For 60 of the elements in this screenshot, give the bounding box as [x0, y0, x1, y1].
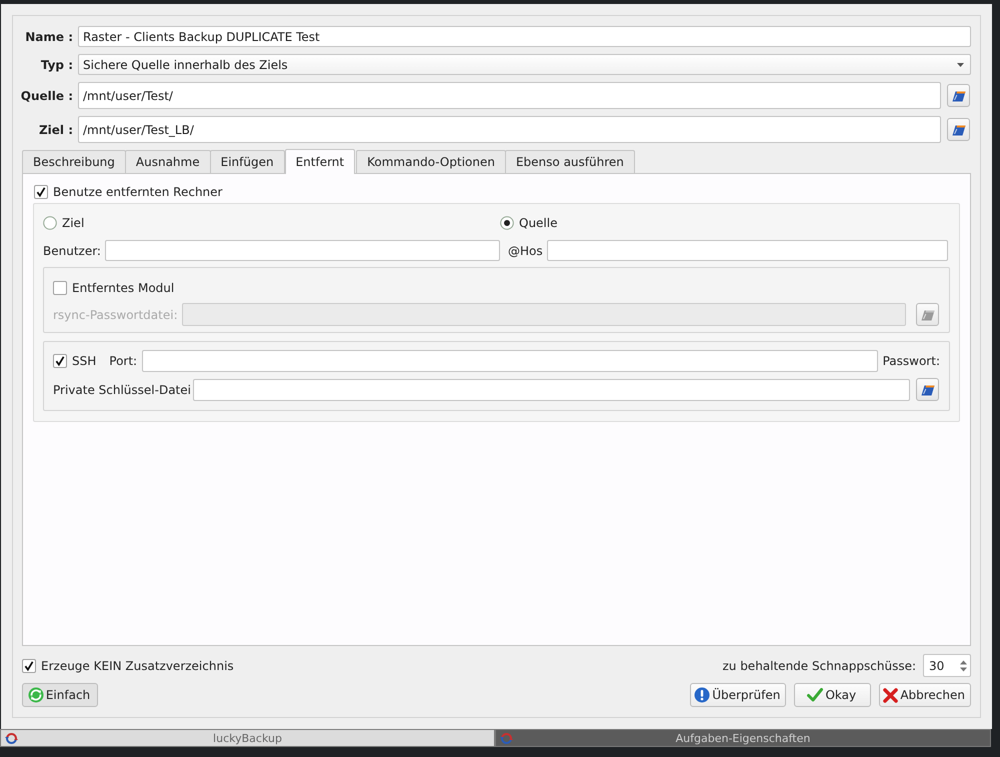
tab[interactable]: Entfernt: [284, 149, 356, 174]
radio-label: Ziel: [62, 216, 84, 230]
checkbox-label: Erzeuge KEIN Zusatzverzeichnis: [41, 658, 234, 672]
radio-label: Quelle: [519, 216, 558, 230]
checkbox-label: Benutze entfernten Rechner: [53, 185, 222, 199]
dialog-button[interactable]: Okay: [794, 683, 872, 707]
radio-button[interactable]: [43, 216, 57, 230]
field-label: Private Schlüssel-Datei: [53, 382, 191, 396]
tab[interactable]: Beschreibung: [22, 150, 126, 173]
key-file-field[interactable]: [192, 378, 910, 400]
browse-button[interactable]: [947, 118, 970, 141]
field-label: Benutzer:: [43, 244, 101, 258]
folder-icon: [952, 89, 966, 102]
caret-icon: [957, 62, 964, 66]
dialog-button[interactable]: Überprüfen: [690, 683, 786, 707]
host-field[interactable]: [546, 240, 948, 261]
field-label: Passwort:: [882, 354, 940, 368]
tab[interactable]: Ebenso ausführen: [504, 150, 635, 173]
dialog-button[interactable]: Abbrechen: [879, 683, 971, 707]
field-label: Typ :: [40, 58, 73, 72]
taskbar-item[interactable]: luckyBackup: [0, 729, 495, 747]
port-field[interactable]: [142, 350, 878, 372]
dropdown[interactable]: Sichere Quelle innerhalb des Ziels: [78, 54, 971, 75]
tab[interactable]: Einfügen: [210, 150, 285, 173]
tab[interactable]: Ausnahme: [124, 150, 211, 173]
tab[interactable]: Kommando-Optionen: [356, 150, 506, 173]
checkbox-label: Entferntes Modul: [72, 281, 174, 295]
folder-icon: [920, 308, 934, 321]
field-label: Name :: [25, 30, 73, 44]
spinbox-label: zu behaltende Schnappschüsse:: [722, 658, 916, 672]
exclamation-icon: [694, 687, 710, 703]
checkmark-icon: [807, 688, 824, 702]
folder-icon: [920, 383, 934, 396]
field-label: Quelle :: [20, 88, 73, 102]
checkbox[interactable]: [53, 281, 67, 295]
app-icon: [4, 732, 18, 744]
field-label: rsync-Passwortdatei:: [53, 308, 178, 322]
app-icon: [500, 732, 512, 744]
spin-arrows-icon: [960, 660, 967, 672]
checkbox[interactable]: [22, 658, 36, 672]
field-label: Port:: [109, 354, 138, 368]
browse-button[interactable]: [916, 303, 939, 326]
browse-button[interactable]: [947, 84, 970, 107]
mode-button[interactable]: Einfach: [22, 683, 98, 707]
browse-button[interactable]: [916, 378, 939, 401]
path-field[interactable]: /mnt/user/Test_LB/: [78, 116, 941, 143]
field-label: @Hos: [508, 244, 543, 258]
folder-icon: [952, 123, 966, 136]
user-field[interactable]: [104, 240, 500, 261]
checkbox[interactable]: [34, 185, 48, 199]
cross-icon: [883, 688, 898, 702]
checkbox[interactable]: [53, 354, 67, 368]
radio-button[interactable]: [500, 216, 514, 230]
circular-arrows-icon: [28, 687, 44, 703]
text-field[interactable]: Raster - Clients Backup DUPLICATE Test: [78, 26, 971, 47]
spinbox[interactable]: 30: [923, 654, 971, 677]
path-field[interactable]: /mnt/user/Test/: [78, 82, 941, 109]
checkbox-label: SSH: [72, 354, 96, 368]
field-label: Ziel :: [38, 122, 73, 136]
taskbar-item[interactable]: Aufgaben-Eigenschaften: [495, 729, 991, 747]
